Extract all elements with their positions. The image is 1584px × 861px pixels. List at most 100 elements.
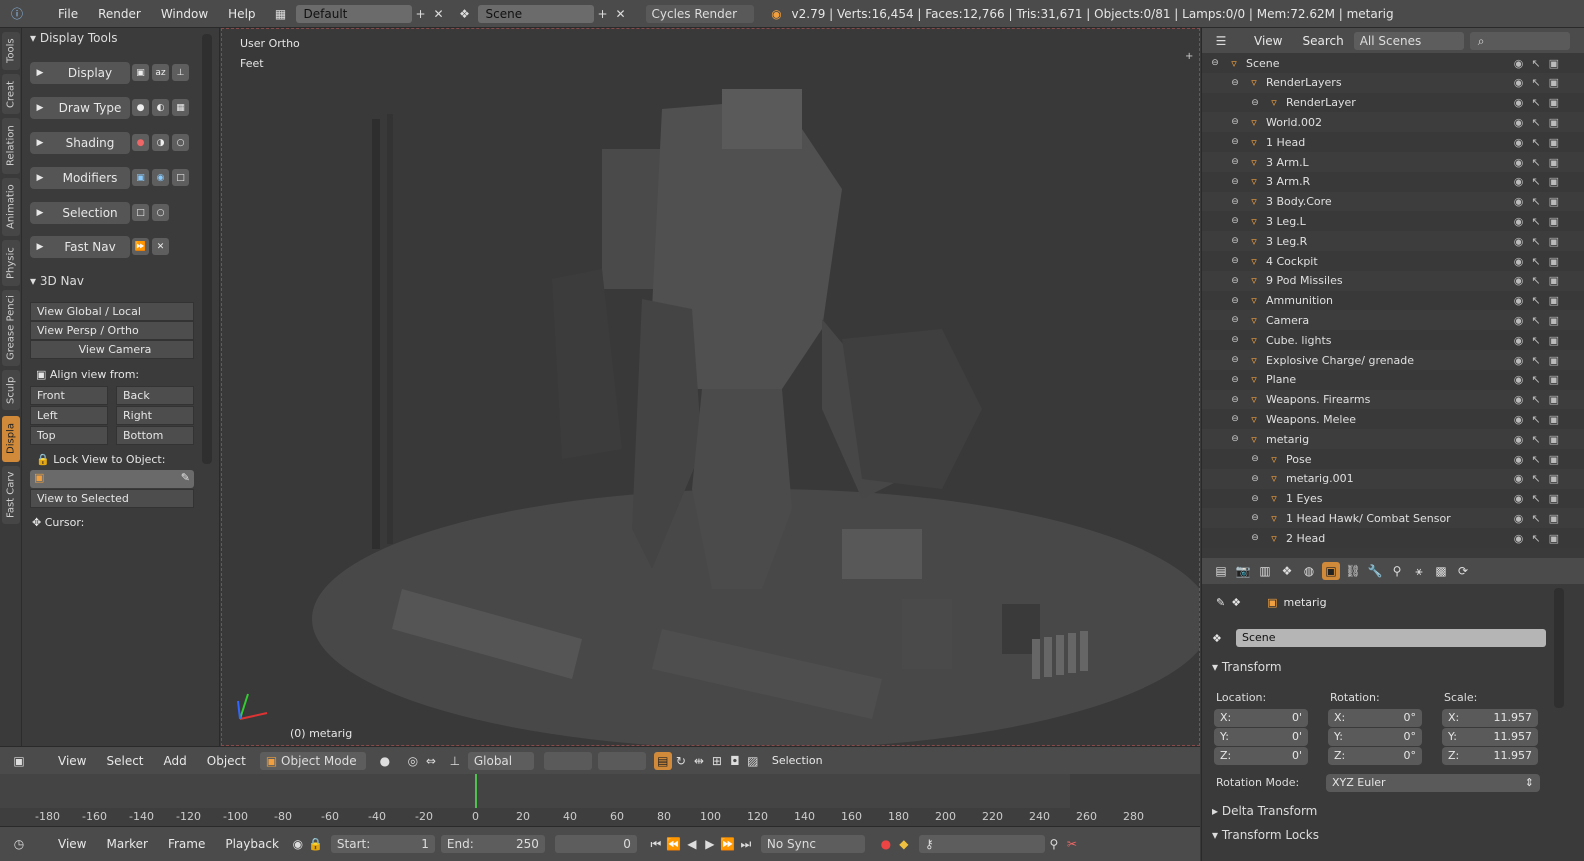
outliner-item[interactable]: ⊖ ▿ 1 Head ◉ ↖ ▣ xyxy=(1202,132,1584,153)
select-icon[interactable]: ↖ xyxy=(1531,413,1540,426)
scene-field[interactable]: Scene xyxy=(477,4,594,23)
add-scene-icon[interactable]: + xyxy=(594,5,612,23)
expand-toggle-icon[interactable]: ⊖ xyxy=(1248,454,1262,464)
eye-icon[interactable]: ◉ xyxy=(1514,532,1524,545)
render-icon[interactable]: ▣ xyxy=(1549,354,1559,367)
eye-icon[interactable]: ◉ xyxy=(1514,57,1524,70)
outliner-search-menu[interactable]: Search xyxy=(1292,34,1353,48)
expand-toggle-icon[interactable]: ⊖ xyxy=(1228,137,1242,147)
render-preview-icon[interactable]: ◘ xyxy=(726,752,744,770)
select-icon[interactable]: ↖ xyxy=(1531,472,1540,485)
outliner-item[interactable]: ⊖ ▿ Pose ◉ ↖ ▣ xyxy=(1202,449,1584,469)
top-button[interactable]: Top xyxy=(30,426,108,445)
eye-icon[interactable]: ◉ xyxy=(1514,453,1524,466)
select-icon[interactable]: ↖ xyxy=(1531,433,1540,446)
sync-select[interactable]: No Sync xyxy=(760,835,865,853)
solid-icon[interactable]: ● xyxy=(132,99,149,116)
eye-icon[interactable]: ◉ xyxy=(1514,334,1524,347)
sphere-red-icon[interactable]: ● xyxy=(132,134,149,151)
select-icon[interactable]: ↖ xyxy=(1531,294,1540,307)
opengl-render-icon[interactable]: ▨ xyxy=(744,752,762,770)
menu-render[interactable]: Render xyxy=(88,7,151,21)
render-icon[interactable]: ▣ xyxy=(1549,334,1559,347)
jump-end-icon[interactable]: ⏭ xyxy=(737,835,755,853)
expand-toggle-icon[interactable]: ⊖ xyxy=(1228,375,1242,385)
outliner-item[interactable]: ⊖ ▿ 4 Cockpit ◉ ↖ ▣ xyxy=(1202,251,1584,271)
cube-icon[interactable]: ▣ xyxy=(132,64,149,81)
outliner-item[interactable]: ⊖ ▿ 3 Arm.L ◉ ↖ ▣ xyxy=(1202,152,1584,172)
menu-view[interactable]: View xyxy=(48,754,96,768)
select-icon[interactable]: ↖ xyxy=(1531,175,1540,188)
layout-field[interactable]: Default xyxy=(295,4,412,23)
render-icon[interactable]: ▣ xyxy=(1549,472,1559,485)
keying-icon[interactable]: ◉ xyxy=(289,835,307,853)
mode-select[interactable]: ▣ Object Mode xyxy=(259,751,366,770)
view-persp-ortho-button[interactable]: View Persp / Ortho xyxy=(30,321,194,340)
expand-toggle-icon[interactable]: ⊖ xyxy=(1248,533,1262,543)
outliner-item[interactable]: ⊖ ▿ 3 Leg.L ◉ ↖ ▣ xyxy=(1202,211,1584,232)
rotation-mode-select[interactable]: XYZ Euler ⇕ xyxy=(1326,774,1540,792)
fast-forward-icon[interactable]: ⏩ xyxy=(132,238,149,255)
display-row[interactable]: ▶ Display xyxy=(30,62,130,84)
sort-icon[interactable]: az xyxy=(152,64,169,81)
current-frame-marker[interactable] xyxy=(475,774,477,808)
render-icon[interactable]: ▣ xyxy=(1549,274,1559,287)
texture-tab-icon[interactable]: ▩ xyxy=(1432,562,1450,580)
outliner-item[interactable]: ⊖ ▿ RenderLayer ◉ ↖ ▣ xyxy=(1202,92,1584,113)
rot-z-field[interactable]: Z: 0° xyxy=(1328,747,1422,765)
menu-select[interactable]: Select xyxy=(96,754,153,768)
render-icon[interactable]: ▣ xyxy=(1549,57,1559,70)
eye-icon[interactable]: ◉ xyxy=(1514,294,1524,307)
expand-toggle-icon[interactable]: ⊖ xyxy=(1228,434,1242,444)
eye-icon[interactable]: ◉ xyxy=(1514,255,1524,268)
play-icon[interactable]: ▶ xyxy=(701,835,719,853)
expand-toggle-icon[interactable]: ⊖ xyxy=(1228,78,1242,88)
shelf-scrollbar[interactable] xyxy=(202,34,212,464)
menu-help[interactable]: Help xyxy=(218,7,265,21)
render-icon[interactable]: ▣ xyxy=(1549,433,1559,446)
eye-icon[interactable]: ◉ xyxy=(1514,96,1524,109)
menu-window[interactable]: Window xyxy=(151,7,218,21)
play-reverse-icon[interactable]: ◀ xyxy=(683,835,701,853)
outliner-item[interactable]: ⊖ ▿ 3 Leg.R ◉ ↖ ▣ xyxy=(1202,231,1584,252)
tab-grease-pencil[interactable]: Grease Penci xyxy=(2,290,20,366)
box-select-icon[interactable]: □ xyxy=(132,204,149,221)
next-key-icon[interactable]: ⏩ xyxy=(719,835,737,853)
props-scene-field[interactable]: Scene xyxy=(1236,629,1546,647)
scene-tab-icon[interactable]: ❖ xyxy=(1278,562,1296,580)
expand-toggle-icon[interactable]: ⊖ xyxy=(1248,474,1262,484)
props-editor-icon[interactable]: ▤ xyxy=(1212,562,1230,580)
tab-display[interactable]: Displa xyxy=(2,416,20,462)
eye-icon[interactable]: ◉ xyxy=(1514,175,1524,188)
loc-z-field[interactable]: Z: 0' xyxy=(1214,747,1308,765)
expand-toggle-icon[interactable]: ⊖ xyxy=(1228,177,1242,187)
eye-icon[interactable]: ◉ xyxy=(1514,156,1524,169)
eye-icon[interactable]: ◉ xyxy=(1514,76,1524,89)
insert-key-icon[interactable]: ⚲ xyxy=(1045,835,1063,853)
draw-type-row[interactable]: ▶ Draw Type xyxy=(30,97,130,119)
transform-locks-header[interactable]: ▾ Transform Locks xyxy=(1212,828,1319,842)
tab-animation[interactable]: Animatio xyxy=(2,178,20,236)
modifiers-tab-icon[interactable]: 🔧 xyxy=(1366,562,1384,580)
select-icon[interactable]: ↖ xyxy=(1531,57,1540,70)
view-global-local-button[interactable]: View Global / Local xyxy=(30,302,194,321)
render-icon[interactable]: ▣ xyxy=(1549,156,1559,169)
menu-object[interactable]: Object xyxy=(197,754,256,768)
render-icon[interactable]: ▣ xyxy=(1549,235,1559,248)
close-scene-icon[interactable]: ✕ xyxy=(612,5,630,23)
scene-icon[interactable]: ❖ xyxy=(456,5,474,23)
render-icon[interactable]: ▣ xyxy=(1549,413,1559,426)
view-to-selected-button[interactable]: View to Selected xyxy=(30,489,194,508)
end-frame-field[interactable]: End: 250 xyxy=(440,835,545,853)
render-engine-select[interactable]: Cycles Render xyxy=(645,4,754,23)
delta-transform-header[interactable]: ▸ Delta Transform xyxy=(1212,804,1317,818)
select-icon[interactable]: ↖ xyxy=(1531,255,1540,268)
expand-toggle-icon[interactable]: ⊖ xyxy=(1228,414,1242,424)
rot-x-field[interactable]: X: 0° xyxy=(1328,709,1422,727)
keying-set-field[interactable]: ⚷ xyxy=(918,835,1045,853)
eye-icon[interactable]: ◉ xyxy=(1514,512,1524,525)
proportional-icon[interactable]: ⊞ xyxy=(708,752,726,770)
current-frame-field[interactable]: 0 xyxy=(554,835,637,853)
select-icon[interactable]: ↖ xyxy=(1531,354,1540,367)
bottom-button[interactable]: Bottom xyxy=(116,426,194,445)
